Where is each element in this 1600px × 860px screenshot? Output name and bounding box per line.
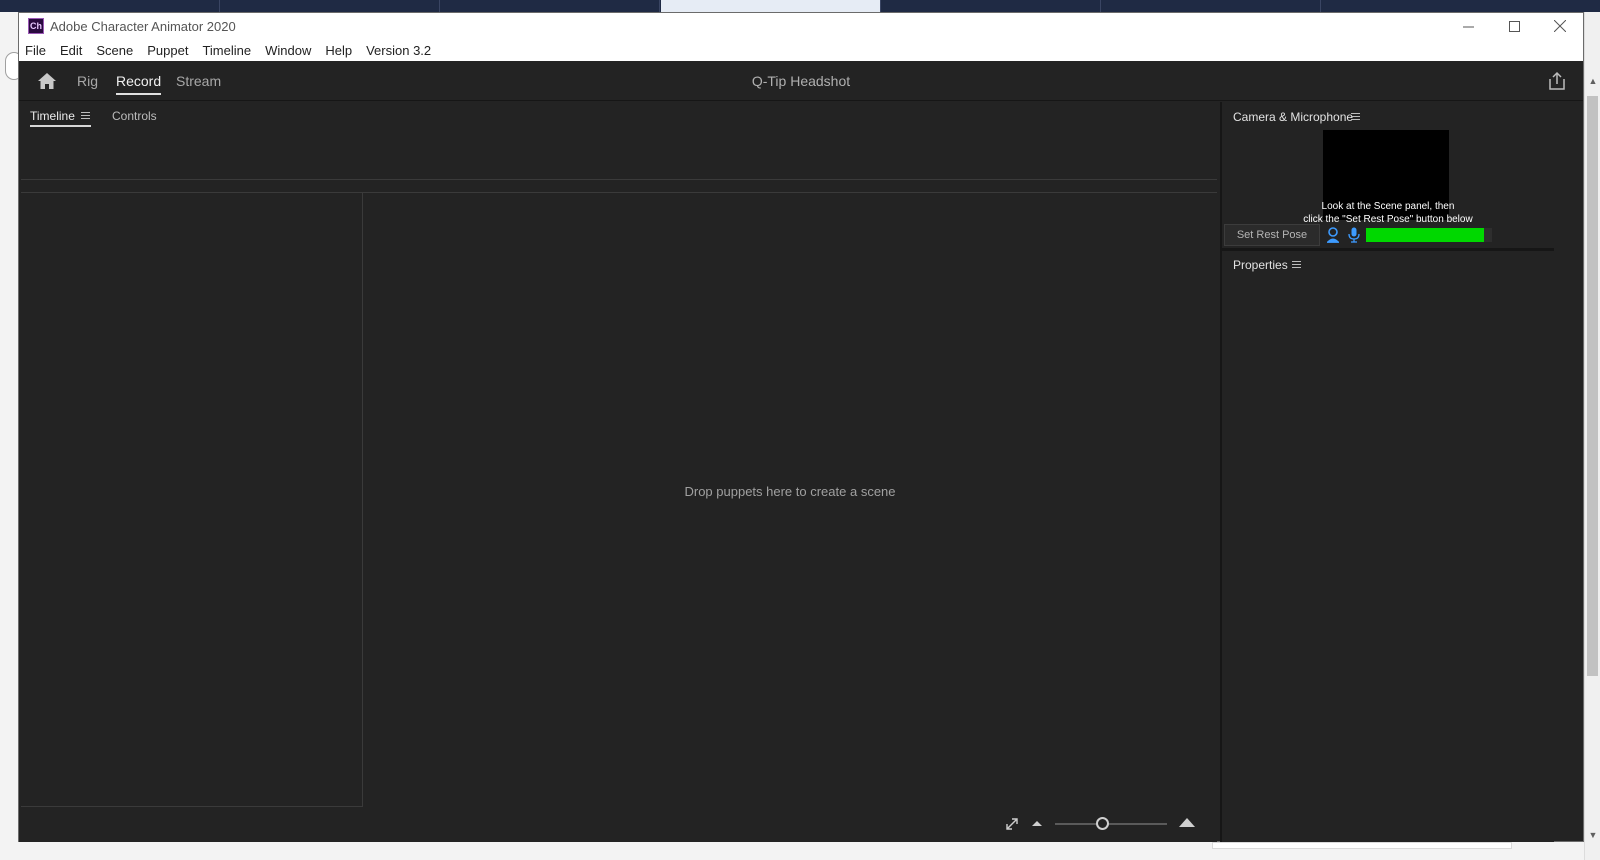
app-window: Ch Adobe Character Animator 2020 File Ed…: [18, 12, 1584, 842]
timeline-panel-menu-icon[interactable]: [81, 112, 90, 121]
menu-window[interactable]: Window: [265, 43, 311, 58]
workspace-header: Rig Record Stream Q-Tip Headshot: [19, 61, 1583, 101]
zoom-slider-track[interactable]: [1055, 823, 1167, 825]
audio-level-fill: [1366, 228, 1485, 242]
background-scrollbar: ▲ ▼: [1584, 12, 1600, 860]
scrollbar-thumb: [1587, 96, 1598, 676]
window-title: Adobe Character Animator 2020: [50, 18, 236, 34]
background-taskbar: [0, 0, 1600, 12]
menu-version[interactable]: Version 3.2: [366, 43, 431, 58]
timeline-ruler[interactable]: [21, 130, 1217, 180]
menu-edit[interactable]: Edit: [60, 43, 82, 58]
camera-microphone-panel-title: Camera & Microphone: [1233, 110, 1354, 124]
taskbar-segment-active: [661, 0, 881, 12]
set-rest-pose-button[interactable]: Set Rest Pose: [1224, 224, 1320, 246]
close-button[interactable]: [1537, 13, 1583, 39]
maximize-icon: [1508, 20, 1520, 32]
taskbar-segment: [0, 0, 220, 12]
menu-bar: File Edit Scene Puppet Timeline Window H…: [19, 39, 1583, 61]
properties-panel-title: Properties: [1233, 258, 1288, 272]
panel-divider: [1222, 248, 1554, 251]
main-area: Timeline Controls Drop puppets here to c…: [19, 102, 1217, 842]
taskbar-segment: [881, 0, 1101, 12]
microphone-toggle-icon[interactable]: [1348, 227, 1360, 243]
minimize-icon: [1462, 26, 1474, 27]
window-controls: [1445, 13, 1583, 39]
camera-hint-text: Look at the Scene panel, then click the …: [1222, 200, 1554, 226]
zoom-slider-handle[interactable]: [1095, 817, 1109, 830]
scroll-down-icon: ▼: [1588, 830, 1598, 840]
share-icon[interactable]: [1547, 71, 1567, 91]
title-bar: Ch Adobe Character Animator 2020: [19, 13, 1583, 39]
background-left-edge: [0, 12, 23, 842]
audio-level-meter: [1366, 228, 1492, 242]
scroll-up-icon: ▲: [1588, 76, 1598, 86]
menu-help[interactable]: Help: [325, 43, 352, 58]
horizontal-scrollbar-thumb: [1212, 842, 1512, 849]
properties-panel-menu-icon[interactable]: [1292, 261, 1301, 270]
taskbar-segment: [440, 0, 660, 12]
camera-toggle-icon[interactable]: [1326, 227, 1340, 243]
menu-file[interactable]: File: [25, 43, 46, 58]
menu-timeline[interactable]: Timeline: [202, 43, 251, 58]
app-logo-icon: Ch: [28, 18, 44, 34]
taskbar-segment: [220, 0, 440, 12]
menu-scene[interactable]: Scene: [96, 43, 133, 58]
timeline-panel-tabs: Timeline Controls: [19, 102, 1217, 130]
zoom-in-icon[interactable]: [1179, 817, 1195, 827]
timeline-track-list[interactable]: [21, 193, 363, 807]
maximize-button[interactable]: [1491, 13, 1537, 39]
close-icon: [1554, 20, 1566, 32]
scene-zoom-controls: [19, 807, 1217, 837]
taskbar-segment: [1101, 0, 1321, 12]
right-panels: Camera & Microphone Look at the Scene pa…: [1220, 102, 1554, 842]
camera-hint-line-1: Look at the Scene panel, then: [1321, 201, 1455, 212]
background-bottom-scrollbar: [0, 842, 1584, 860]
camera-panel-menu-icon[interactable]: [1351, 113, 1360, 122]
fit-to-window-icon[interactable]: [1005, 817, 1019, 831]
scene-drop-placeholder: Drop puppets here to create a scene: [684, 484, 896, 499]
menu-puppet[interactable]: Puppet: [147, 43, 188, 58]
tab-controls[interactable]: Controls: [112, 109, 157, 123]
zoom-out-icon[interactable]: [1031, 819, 1043, 827]
scene-panel[interactable]: Drop puppets here to create a scene: [363, 193, 1217, 807]
minimize-button[interactable]: [1445, 13, 1491, 39]
document-title: Q-Tip Headshot: [751, 73, 851, 89]
tab-timeline[interactable]: Timeline: [30, 109, 91, 127]
